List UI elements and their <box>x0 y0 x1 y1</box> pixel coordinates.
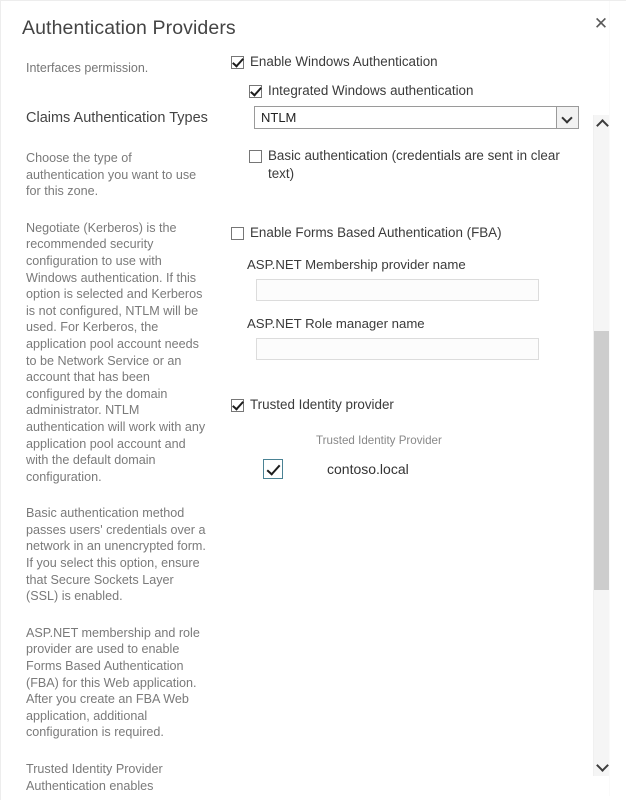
integrated-auth-mode-value: NTLM <box>261 110 297 125</box>
integrated-windows-authentication-row[interactable]: Integrated Windows authentication <box>249 82 583 100</box>
page-title: Authentication Providers <box>22 17 236 39</box>
enable-windows-authentication-checkbox[interactable] <box>231 56 244 69</box>
membership-provider-label: ASP.NET Membership provider name <box>247 257 466 272</box>
role-manager-label: ASP.NET Role manager name <box>247 316 425 331</box>
form-column: Enable Windows Authentication Integrated… <box>231 53 583 479</box>
description-paragraph-2: Negotiate (Kerberos) is the recommended … <box>26 220 206 484</box>
description-paragraph-1: Choose the type of authentication you wa… <box>26 151 197 199</box>
description-paragraph-5: Trusted Identity Provider Authentication… <box>26 762 179 800</box>
basic-authentication-checkbox[interactable] <box>249 150 262 163</box>
intro-text: Interfaces permission. <box>26 61 149 75</box>
trusted-identity-provider-table: Trusted Identity Provider contoso.local <box>231 433 583 479</box>
membership-provider-input[interactable] <box>256 279 539 301</box>
trusted-provider-row-checkbox[interactable] <box>263 459 283 479</box>
claims-section-heading: Claims Authentication Types <box>26 110 208 126</box>
integrated-windows-authentication-checkbox[interactable] <box>249 85 262 98</box>
integrated-windows-authentication-label[interactable]: Integrated Windows authentication <box>268 82 473 100</box>
enable-windows-authentication-label[interactable]: Enable Windows Authentication <box>250 53 438 71</box>
trusted-identity-provider-label[interactable]: Trusted Identity provider <box>250 396 394 414</box>
trusted-provider-row-name: contoso.local <box>327 461 409 477</box>
basic-authentication-label[interactable]: Basic authentication (credentials are se… <box>268 147 583 183</box>
trusted-identity-provider-column-header: Trusted Identity Provider <box>316 434 442 447</box>
dialog-right-edge <box>609 1 626 800</box>
description-column: Interfaces permission. Claims Authentica… <box>26 53 208 800</box>
enable-windows-authentication-row[interactable]: Enable Windows Authentication <box>231 53 583 71</box>
basic-authentication-row[interactable]: Basic authentication (credentials are se… <box>249 147 583 183</box>
trusted-identity-provider-checkbox[interactable] <box>231 399 244 412</box>
role-manager-input[interactable] <box>256 338 539 360</box>
dialog-content: Interfaces permission. Claims Authentica… <box>1 53 583 800</box>
enable-fba-label[interactable]: Enable Forms Based Authentication (FBA) <box>250 224 502 242</box>
description-paragraph-3: Basic authentication method passes users… <box>26 506 206 604</box>
integrated-auth-mode-select[interactable]: NTLM <box>254 106 579 129</box>
dialog-bottom-edge <box>1 796 626 800</box>
enable-fba-checkbox[interactable] <box>231 227 244 240</box>
dialog-body: Interfaces permission. Claims Authentica… <box>1 53 626 800</box>
table-row[interactable]: contoso.local <box>231 459 583 479</box>
chevron-down-icon[interactable] <box>556 107 578 128</box>
authentication-providers-dialog: Authentication Providers ✕ Interfaces pe… <box>0 0 626 800</box>
trusted-identity-provider-row[interactable]: Trusted Identity provider <box>231 396 583 414</box>
description-paragraph-4: ASP.NET membership and role provider are… <box>26 625 200 740</box>
enable-fba-row[interactable]: Enable Forms Based Authentication (FBA) <box>231 224 583 242</box>
